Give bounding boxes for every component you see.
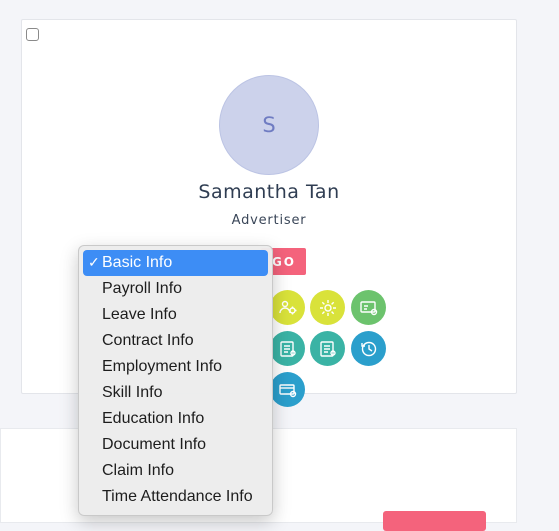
option-basic-info[interactable]: ✓ Basic Info: [83, 250, 268, 276]
option-label: Contract Info: [102, 332, 194, 349]
option-label: Document Info: [102, 436, 207, 453]
option-label: Basic Info: [102, 254, 173, 271]
avatar: S: [219, 75, 319, 175]
checkmark-icon: ✓: [88, 254, 100, 270]
option-label: Time Attendance Info: [102, 488, 253, 505]
employee-role: Advertiser: [231, 213, 307, 228]
select-checkbox[interactable]: [26, 28, 39, 41]
option-label: Leave Info: [102, 306, 177, 323]
clock-refresh-icon[interactable]: [351, 331, 386, 366]
go-button-label: GO: [271, 254, 296, 269]
document-list-icon[interactable]: [270, 331, 305, 366]
option-label: Claim Info: [102, 462, 175, 479]
employee-name: Samantha Tan: [198, 181, 340, 203]
people-settings-icon[interactable]: [270, 290, 305, 325]
document-list-2-icon[interactable]: [310, 331, 345, 366]
avatar-initial: S: [262, 113, 276, 137]
option-claim-info[interactable]: Claim Info: [83, 458, 268, 484]
gear-icon[interactable]: [310, 290, 345, 325]
id-card-settings-icon[interactable]: [351, 290, 386, 325]
option-skill-info[interactable]: Skill Info: [83, 380, 268, 406]
action-button[interactable]: [383, 511, 486, 531]
option-leave-info[interactable]: Leave Info: [83, 302, 268, 328]
info-dropdown-menu[interactable]: ✓ Basic Info Payroll Info Leave Info Con…: [78, 245, 273, 516]
card-settings-icon[interactable]: [270, 372, 305, 407]
option-label: Skill Info: [102, 384, 163, 401]
option-label: Payroll Info: [102, 280, 183, 297]
option-document-info[interactable]: Document Info: [83, 432, 268, 458]
option-label: Employment Info: [102, 358, 223, 375]
option-time-attendance-info[interactable]: Time Attendance Info: [83, 484, 268, 510]
option-contract-info[interactable]: Contract Info: [83, 328, 268, 354]
option-payroll-info[interactable]: Payroll Info: [83, 276, 268, 302]
option-label: Education Info: [102, 410, 205, 427]
option-employment-info[interactable]: Employment Info: [83, 354, 268, 380]
option-education-info[interactable]: Education Info: [83, 406, 268, 432]
